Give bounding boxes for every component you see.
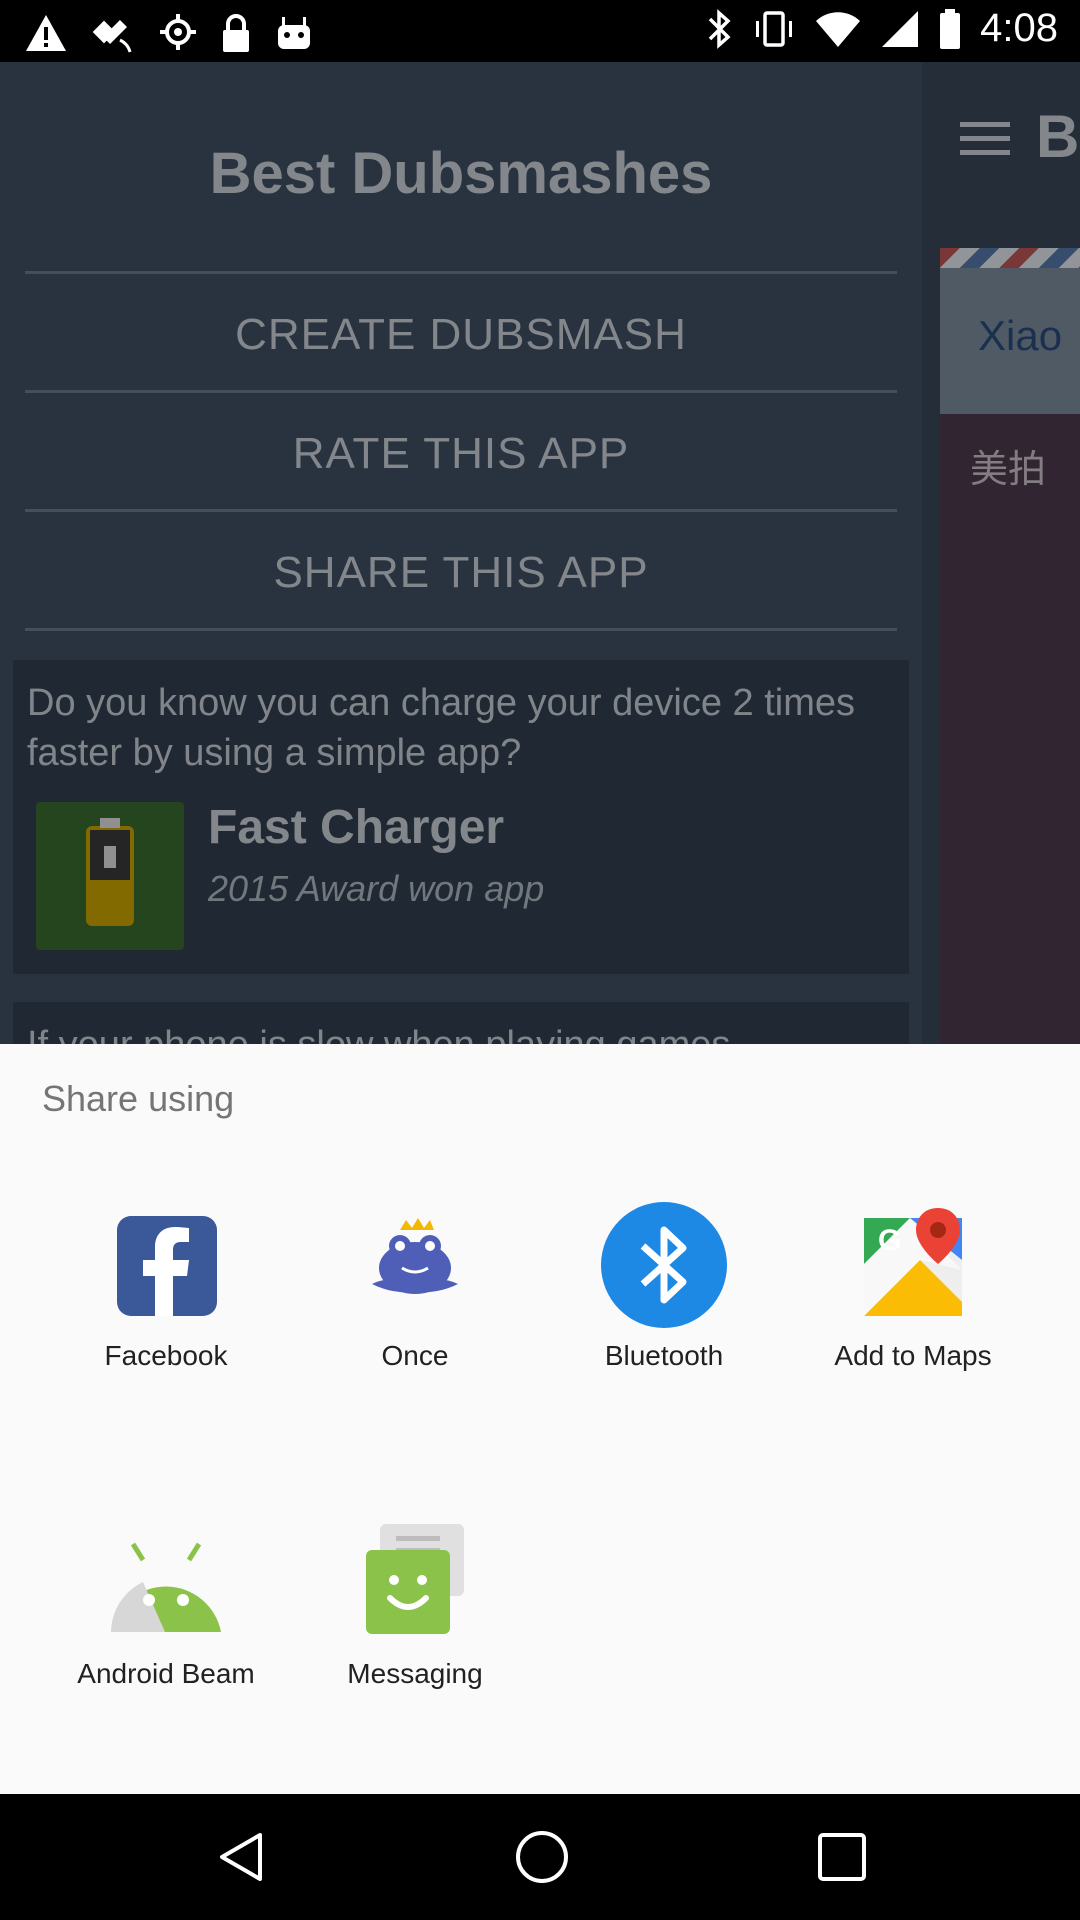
bluetooth-icon [601, 1202, 727, 1328]
share-target-label: Bluetooth [604, 1340, 724, 1371]
screen: 4:08 Best Dubsmashes CREATE DUBSMASH RAT… [0, 0, 1080, 1920]
svg-text:G: G [878, 1224, 901, 1257]
share-target-messaging[interactable]: Messaging [290, 1520, 540, 1720]
lock-icon [223, 14, 249, 52]
clock: 4:08 [980, 6, 1058, 50]
dim-overlay[interactable] [0, 62, 1080, 1044]
warning-icon [26, 15, 66, 51]
recents-icon[interactable] [816, 1831, 868, 1883]
maps-icon: G [850, 1202, 976, 1328]
share-target-label: Android Beam [77, 1658, 255, 1689]
once-icon [352, 1202, 478, 1328]
bluetooth-icon [708, 8, 731, 49]
android-beam-icon [103, 1520, 229, 1646]
share-target-bluetooth[interactable]: Bluetooth [539, 1202, 789, 1402]
signal-icon [882, 10, 919, 47]
status-bar: 4:08 [0, 0, 1080, 62]
wifi-icon [816, 11, 861, 47]
share-target-label: Facebook [104, 1340, 228, 1371]
vibrate-icon [756, 10, 793, 47]
share-target-android-beam[interactable]: Android Beam [41, 1520, 291, 1720]
home-icon[interactable] [514, 1829, 570, 1885]
share-target-label: Add to Maps [834, 1340, 992, 1371]
share-target-label: Once [381, 1340, 449, 1371]
share-target-add-to-maps[interactable]: G Add to Maps [788, 1202, 1038, 1402]
battery-icon [940, 8, 961, 49]
share-target-once[interactable]: Once [290, 1202, 540, 1402]
share-sheet: Share using Facebook Once Bluetooth G Ad… [0, 1044, 1080, 1794]
messaging-icon [352, 1520, 478, 1646]
share-target-facebook[interactable]: Facebook [41, 1202, 291, 1402]
android-bot-icon [278, 17, 310, 49]
share-sheet-title: Share using [42, 1078, 235, 1119]
navigation-bar [0, 1794, 1080, 1920]
back-icon[interactable] [214, 1829, 270, 1885]
fake-gps-icon [92, 19, 132, 53]
share-target-label: Messaging [347, 1658, 483, 1689]
facebook-icon [103, 1202, 229, 1328]
location-off-icon [160, 14, 196, 50]
